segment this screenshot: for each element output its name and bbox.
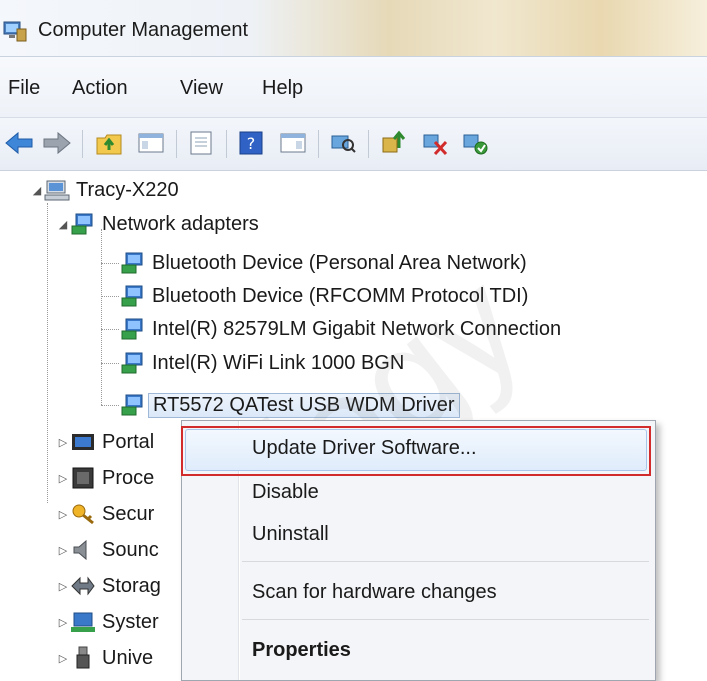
forward-arrow-icon[interactable] [40, 126, 74, 160]
adapter-label: Bluetooth Device (Personal Area Network) [152, 251, 527, 274]
expand-arrow-icon[interactable]: ▷ [56, 472, 70, 485]
toolbar-separator [318, 130, 319, 158]
toolbar-separator [226, 130, 227, 158]
menu-item-properties[interactable]: Properties [252, 639, 351, 662]
menu-bar: File Action View Help [0, 57, 707, 118]
tree-category-processors[interactable]: ▷ Proce [56, 463, 154, 493]
network-adapter-icon [121, 318, 143, 340]
adapter-label: RT5572 QATest USB WDM Driver [148, 392, 460, 418]
menu-help[interactable]: Help [262, 77, 303, 100]
adapter-label: Intel(R) WiFi Link 1000 BGN [152, 351, 405, 374]
tree-item-adapter[interactable]: Intel(R) 82579LM Gigabit Network Connect… [120, 314, 561, 344]
category-label: Sounc [102, 538, 159, 561]
tree-item-adapter-selected[interactable]: RT5572 QATest USB WDM Driver [120, 390, 460, 420]
toolbar: ? [0, 118, 707, 171]
toolbar-separator [368, 130, 369, 158]
computer-management-icon [3, 21, 27, 42]
export-list-icon[interactable] [184, 126, 218, 160]
expand-arrow-icon[interactable]: ▷ [56, 436, 70, 449]
scan-hardware-icon[interactable] [326, 126, 360, 160]
category-label: Syster [102, 610, 159, 633]
toolbar-separator [176, 130, 177, 158]
computer-icon [44, 180, 70, 201]
action-pane-icon[interactable] [276, 126, 310, 160]
network-adapter-icon [121, 252, 143, 274]
storage-controller-icon [71, 576, 95, 596]
expand-arrow-icon[interactable]: ▷ [56, 508, 70, 521]
help-icon[interactable]: ? [234, 126, 268, 160]
title-bar[interactable]: Computer Management [0, 0, 707, 57]
update-driver-icon[interactable] [376, 126, 410, 160]
category-label: Unive [102, 646, 154, 669]
portable-device-icon [72, 434, 94, 450]
tree-connector [101, 363, 119, 364]
menu-action[interactable]: Action [72, 77, 128, 100]
show-hide-console-tree-icon[interactable] [134, 126, 168, 160]
tree-item-adapter[interactable]: Intel(R) WiFi Link 1000 BGN [120, 348, 404, 378]
expand-arrow-icon[interactable]: ▷ [56, 580, 70, 593]
adapter-label: Intel(R) 82579LM Gigabit Network Connect… [152, 317, 562, 340]
back-arrow-icon[interactable] [2, 126, 36, 160]
menu-item-scan-hardware[interactable]: Scan for hardware changes [252, 581, 497, 604]
system-devices-icon [71, 612, 95, 632]
tree-connector [101, 229, 102, 405]
uninstall-icon[interactable] [418, 126, 452, 160]
tree-category-network-adapters[interactable]: ◢ Network adapters [56, 209, 259, 239]
usb-icon [76, 646, 90, 669]
adapter-label: Bluetooth Device (RFCOMM Protocol TDI) [152, 284, 529, 307]
tree-connector [101, 329, 119, 330]
context-menu-separator [242, 561, 649, 562]
enable-device-icon[interactable] [458, 126, 492, 160]
tree-item-adapter[interactable]: Bluetooth Device (Personal Area Network) [120, 248, 527, 278]
tree-root[interactable]: ◢ Tracy-X220 [30, 175, 179, 205]
processor-icon [72, 467, 94, 489]
menu-item-uninstall[interactable]: Uninstall [252, 523, 329, 546]
expand-arrow-icon[interactable]: ▷ [56, 544, 70, 557]
menu-file[interactable]: File [8, 77, 40, 100]
tree-connector [101, 296, 119, 297]
tree-connector [101, 405, 119, 406]
collapse-arrow-icon[interactable]: ◢ [30, 184, 44, 197]
expand-arrow-icon[interactable]: ▷ [56, 652, 70, 665]
tree-item-adapter[interactable]: Bluetooth Device (RFCOMM Protocol TDI) [120, 281, 528, 311]
tree-category-usb-controllers[interactable]: ▷ Unive [56, 643, 153, 673]
tree-category-sound[interactable]: ▷ Sounc [56, 535, 159, 565]
tree-category-system-devices[interactable]: ▷ Syster [56, 607, 159, 637]
network-adapter-icon [121, 352, 143, 374]
category-label: Secur [102, 502, 155, 525]
context-menu: Update Driver Software... Disable Uninst… [181, 420, 656, 681]
category-label: Storag [102, 574, 161, 597]
tree-category-security-devices[interactable]: ▷ Secur [56, 499, 154, 529]
category-label: Proce [102, 466, 155, 489]
expand-arrow-icon[interactable]: ▷ [56, 616, 70, 629]
context-menu-separator [242, 619, 649, 620]
menu-item-disable[interactable]: Disable [252, 481, 319, 504]
tree-category-portable-devices[interactable]: ▷ Portal [56, 427, 154, 457]
speaker-icon [73, 539, 87, 561]
menu-view[interactable]: View [180, 77, 223, 100]
collapse-arrow-icon[interactable]: ◢ [56, 218, 70, 231]
security-key-icon [72, 504, 94, 525]
tree-category-storage[interactable]: ▷ Storag [56, 571, 161, 601]
toolbar-separator [82, 130, 83, 158]
menu-item-update-driver[interactable]: Update Driver Software... [252, 437, 477, 460]
tree-root-label: Tracy-X220 [76, 178, 179, 201]
category-label: Portal [102, 430, 155, 453]
svg-text:?: ? [247, 134, 256, 153]
up-folder-icon[interactable] [92, 126, 126, 160]
network-adapter-icon [121, 285, 143, 307]
tree-connector [101, 263, 119, 264]
network-adapter-icon [71, 213, 93, 235]
tree-category-label: Network adapters [102, 212, 259, 235]
tree-connector [47, 203, 48, 503]
window-title: Computer Management [38, 19, 249, 41]
network-adapter-icon [121, 394, 143, 416]
